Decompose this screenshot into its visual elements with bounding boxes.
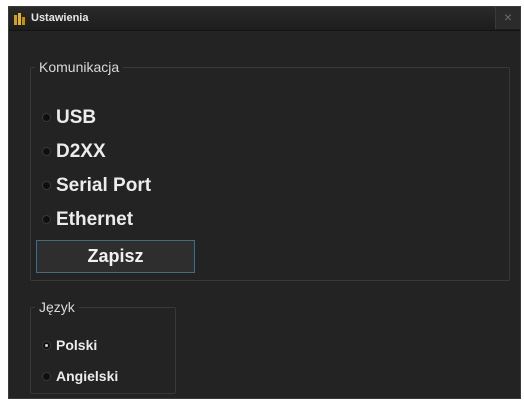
- radio-indicator[interactable]: [42, 181, 51, 190]
- radio-indicator[interactable]: [42, 372, 51, 381]
- radio-indicator[interactable]: [42, 113, 51, 122]
- radio-label-serial-port: Serial Port: [56, 175, 152, 196]
- radio-label-usb: USB: [56, 107, 97, 128]
- radio-label-angielski: Angielski: [56, 368, 119, 384]
- close-button[interactable]: ×: [495, 7, 520, 29]
- settings-window: Ustawienia × Komunikacja USB D2XX Serial…: [8, 6, 521, 399]
- radio-label-ethernet: Ethernet: [56, 209, 134, 230]
- language-group: Język Polski Angielski: [30, 299, 176, 394]
- radio-indicator-selected[interactable]: [42, 341, 51, 350]
- communication-legend: Komunikacja: [39, 59, 120, 75]
- title-bar[interactable]: Ustawienia ×: [9, 7, 520, 31]
- radio-label-d2xx: D2XX: [56, 141, 106, 162]
- window-title: Ustawienia: [31, 12, 89, 24]
- radio-indicator[interactable]: [42, 215, 51, 224]
- radio-indicator[interactable]: [42, 147, 51, 156]
- radio-label-polski: Polski: [56, 337, 98, 353]
- language-legend: Język: [39, 299, 75, 315]
- close-icon: ×: [503, 9, 513, 25]
- app-logo-icon: [14, 13, 25, 25]
- save-button[interactable]: Zapisz: [36, 240, 195, 273]
